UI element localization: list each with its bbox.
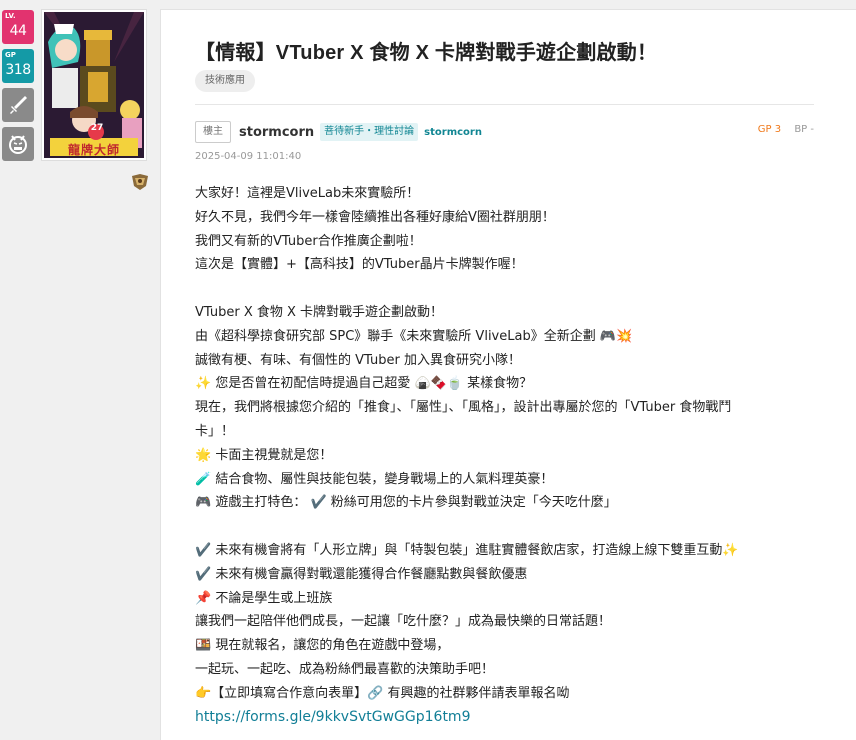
user-badges: LV. 44 GP 318 xyxy=(2,10,36,166)
bp-count[interactable]: BP - xyxy=(794,124,814,135)
post-card: 【情報】VTuber X 食物 X 卡牌對戰手遊企劃啟動！ 技術應用 樓主 st… xyxy=(160,9,856,740)
guild-emblem-icon[interactable] xyxy=(130,172,150,196)
author-meta: 樓主 stormcorn 菩待新手・理性討論 stormcorn xyxy=(195,120,482,144)
content-line: 📌 不論是學生或上班族 xyxy=(195,590,333,606)
post-timestamp: 2025-04-09 11:01:40 xyxy=(195,151,302,162)
title-divider xyxy=(195,104,814,105)
content-line: 好久不見，我們今年一樣會陸續推出各種好康給V圈社群朋朋！ xyxy=(195,209,555,225)
author-guild-tag[interactable]: 菩待新手・理性討論 xyxy=(320,123,419,141)
level-badge[interactable]: LV. 44 xyxy=(2,10,34,44)
content-line xyxy=(195,515,805,539)
content-line: 🎮 遊戲主打特色： ✔️ 粉絲可用您的卡片參與對戰並決定「今天吃什麼」 xyxy=(195,495,617,511)
category-tag[interactable]: 技術應用 xyxy=(195,70,255,92)
content-line: 由《超科學掠食研究部 SPC》聯手《未來實驗所 VliveLab》全新企劃 🎮💥 xyxy=(195,328,633,344)
post-title: 【情報】VTuber X 食物 X 卡牌對戰手遊企劃啟動！ xyxy=(195,42,658,64)
content-line: 大家好！這裡是VliveLab未來實驗所！ xyxy=(195,186,420,201)
user-avatar[interactable]: 27 龍牌大師 xyxy=(42,10,146,160)
content-line: 現在，我們將根據您介紹的「推食」、「屬性」、「風格」，設計出專屬於您的「VTub… xyxy=(195,400,732,416)
content-line: 這次是【實體】+【高科技】的VTuber晶片卡牌製作喔！ xyxy=(195,257,524,273)
content-line: VTuber X 食物 X 卡牌對戰手遊企劃啟動！ xyxy=(195,304,444,320)
content-line: 👉【立即填寫合作意向表單】🔗 有興趣的社群夥伴請表單報名呦 xyxy=(195,685,570,701)
sword-icon[interactable] xyxy=(2,88,34,122)
avatar-banner-text: 龍牌大師 xyxy=(67,143,120,157)
content-line: 🍱 現在就報名，讓您的角色在遊戲中登場， xyxy=(195,638,450,654)
content-line: ✔️ 未來有機會贏得對戰還能獲得合作餐廳點數與餐飲優惠 xyxy=(195,566,528,582)
content-line: 卡」！ xyxy=(195,423,235,439)
author-id[interactable]: stormcorn xyxy=(424,127,482,138)
form-link[interactable]: https://forms.gle/9kkvSvtGwGGp16tm9 xyxy=(195,709,470,725)
content-line: 🧪 結合食物、屬性與技能包裝，變身戰場上的人氣料理英豪！ xyxy=(195,471,554,487)
floor-label: 樓主 xyxy=(195,121,231,143)
gp-bp-counter: GP 3 BP - xyxy=(758,124,814,135)
author-username[interactable]: stormcorn xyxy=(239,125,314,140)
content-line: 一起玩、一起吃、成為粉絲們最喜歡的決策助手吧！ xyxy=(195,661,495,677)
angry-face-icon[interactable] xyxy=(2,127,34,161)
content-line: 我們又有新的VTuber合作推廣企劃啦！ xyxy=(195,233,422,249)
avatar-badge-number: 27 xyxy=(90,123,104,133)
content-line: 讓我們一起陪伴他們成長，一起讓「吃什麼？」成為最快樂的日常話題！ xyxy=(195,614,612,630)
post-content: 大家好！這裡是VliveLab未來實驗所！ 好久不見，我們今年一樣會陸續推出各種… xyxy=(195,182,805,729)
content-line: ✔️ 未來有機會將有「人形立牌」與「特製包裝」進駐實體餐飲店家，打造線上線下雙重… xyxy=(195,542,739,558)
content-line: 🌟 卡面主視覺就是您！ xyxy=(195,447,333,463)
gp-count[interactable]: GP 3 xyxy=(758,124,781,135)
content-line: ✨ 您是否曾在初配信時提過自己超愛 🍙🍫🍵 某樣食物？ xyxy=(195,376,533,392)
content-line: 誠徵有梗、有味、有個性的 VTuber 加入異食研究小隊！ xyxy=(195,352,521,368)
content-line xyxy=(195,277,805,301)
gp-badge[interactable]: GP 318 xyxy=(2,49,34,83)
